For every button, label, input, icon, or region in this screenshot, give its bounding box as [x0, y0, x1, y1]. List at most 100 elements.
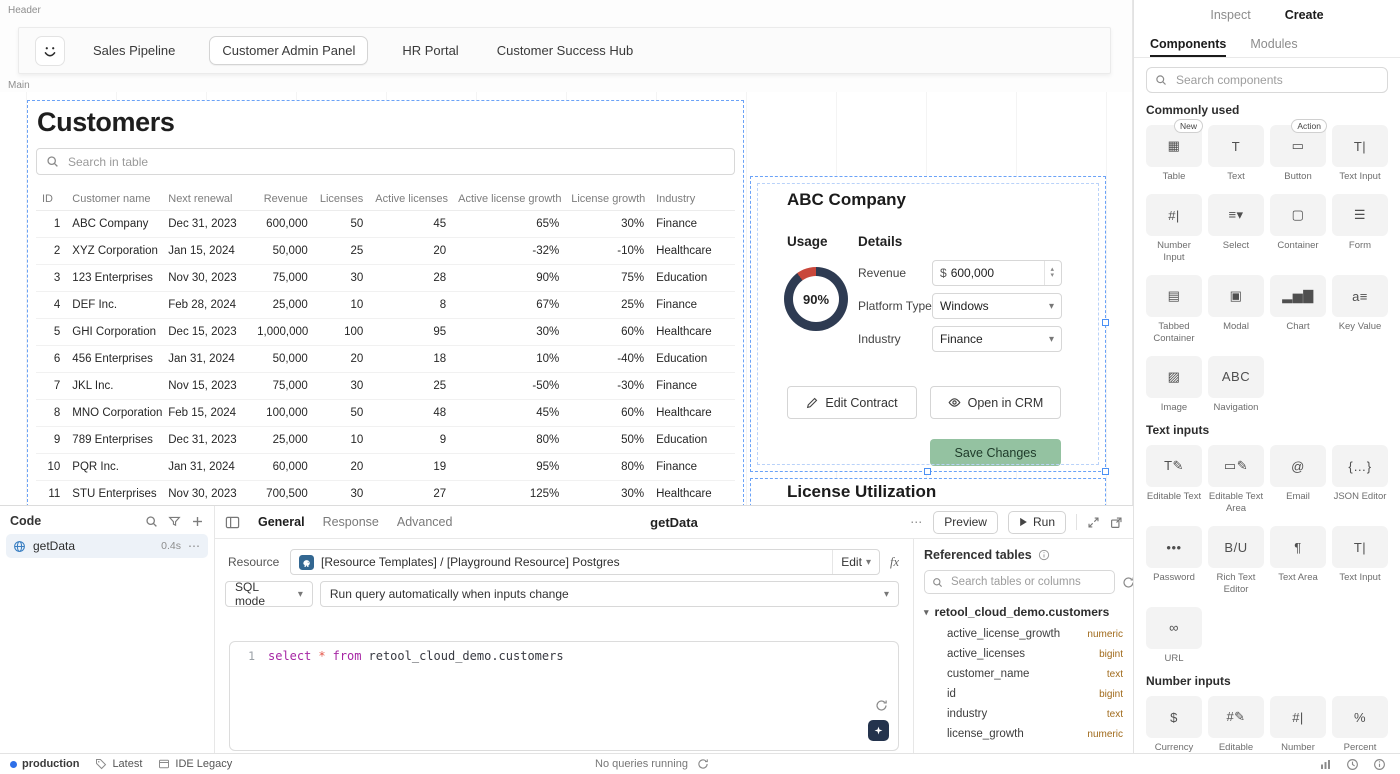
component-card[interactable]: ▭✎ Editable Text Area [1208, 445, 1264, 514]
schema-column-row[interactable]: id bigint [947, 684, 1123, 704]
query-tab[interactable]: General [258, 515, 305, 529]
column-header[interactable]: Industry [650, 188, 735, 211]
table-row[interactable]: 6 456 Enterprises Jan 31, 2024 50,000 20… [36, 346, 735, 373]
schema-search[interactable] [924, 570, 1115, 594]
component-card[interactable]: ▤ Tabbed Container [1146, 275, 1202, 344]
component-card[interactable]: ▢ Container [1270, 194, 1326, 263]
table-row[interactable]: 2 XYZ Corporation Jan 15, 2024 50,000 25… [36, 238, 735, 265]
table-row[interactable]: 5 GHI Corporation Dec 15, 2023 1,000,000… [36, 319, 735, 346]
search-icon[interactable] [145, 515, 158, 528]
component-card[interactable]: T| Text Input [1332, 125, 1388, 182]
version-selector[interactable]: Latest [95, 758, 142, 770]
caret-icon[interactable]: ▾ [924, 607, 929, 618]
help-icon[interactable] [1373, 758, 1386, 771]
schema-column-row[interactable]: active_licenses bigint [947, 644, 1123, 664]
query-list-item-getdata[interactable]: getData 0.4s ⋯ [6, 534, 208, 558]
component-card[interactable]: ¶ Text Area [1270, 526, 1326, 595]
sql-mode-select[interactable]: SQL mode ▾ [225, 581, 313, 607]
component-card[interactable]: ••• Password [1146, 526, 1202, 595]
nav-tab[interactable]: Customer Admin Panel [209, 36, 368, 65]
edit-contract-button[interactable]: Edit Contract [787, 386, 917, 419]
customer-detail-container[interactable]: ABC Company Usage Details 90% Revenue $ … [750, 176, 1106, 472]
component-card[interactable]: {…} JSON Editor [1332, 445, 1388, 514]
component-search-input[interactable] [1174, 72, 1379, 88]
resize-handle-right[interactable] [1102, 319, 1109, 326]
component-card[interactable]: @ Email [1270, 445, 1326, 514]
environment-selector[interactable]: production [10, 758, 79, 770]
schema-column-row[interactable]: active_license_growth numeric [947, 624, 1123, 644]
column-header[interactable]: Revenue [251, 188, 314, 211]
history-icon[interactable] [1346, 758, 1359, 771]
component-card[interactable]: ▨ Image [1146, 356, 1202, 413]
resize-handle-bottom[interactable] [924, 468, 931, 475]
number-stepper[interactable]: ▴▾ [1044, 261, 1054, 285]
expand-panel-icon[interactable] [1087, 516, 1100, 529]
filter-icon[interactable] [168, 515, 181, 528]
component-card[interactable]: T Text [1208, 125, 1264, 182]
query-tab[interactable]: Response [323, 515, 379, 529]
table-row[interactable]: 11 STU Enterprises Nov 30, 2023 700,500 … [36, 481, 735, 506]
save-changes-button[interactable]: Save Changes [930, 439, 1061, 466]
component-card[interactable]: #| Number Input [1270, 696, 1326, 753]
table-row[interactable]: 9 789 Enterprises Dec 31, 2023 25,000 10… [36, 427, 735, 454]
revenue-input[interactable]: $ 600,000 ▴▾ [932, 260, 1062, 286]
sql-code-editor[interactable]: 1 select*fromretool_cloud_demo.customers [229, 641, 899, 751]
query-tab[interactable]: Advanced [397, 515, 453, 529]
resource-select[interactable]: [Resource Templates] / [Playground Resou… [290, 549, 880, 575]
component-card[interactable]: T| Text Input [1332, 526, 1388, 595]
platform-select[interactable]: Windows ▾ [932, 293, 1062, 319]
nav-tab[interactable]: HR Portal [398, 37, 462, 64]
refresh-schema-icon[interactable] [875, 699, 888, 712]
column-header[interactable]: Next renewal [162, 188, 251, 211]
schema-table-node[interactable]: ▾ retool_cloud_demo.customers [924, 605, 1123, 619]
component-card[interactable]: ▣ Modal [1208, 275, 1264, 344]
panel-tab[interactable]: Modules [1250, 30, 1297, 57]
mode-tab[interactable]: Create [1285, 8, 1324, 22]
nav-tab[interactable]: Customer Success Hub [493, 37, 638, 64]
nav-tab[interactable]: Sales Pipeline [89, 37, 179, 64]
preview-button[interactable]: Preview [933, 511, 998, 534]
run-button[interactable]: Run [1008, 511, 1066, 534]
column-header[interactable]: Active licenses [369, 188, 452, 211]
component-card[interactable]: ABC Navigation [1208, 356, 1264, 413]
run-behavior-select[interactable]: Run query automatically when inputs chan… [320, 581, 899, 607]
revenue-value[interactable]: 600,000 [951, 266, 994, 280]
query-menu-icon[interactable]: ⋯ [188, 539, 201, 553]
column-header[interactable]: Licenses [314, 188, 370, 211]
license-utilization-container[interactable]: License Utilization [750, 478, 1106, 505]
component-card[interactable]: a≡ Key Value [1332, 275, 1388, 344]
refresh-tables-icon[interactable] [1122, 576, 1133, 589]
table-search[interactable] [36, 148, 735, 175]
query-more-icon[interactable]: ⋯ [910, 515, 923, 529]
table-search-input[interactable] [66, 154, 725, 170]
open-in-crm-button[interactable]: Open in CRM [930, 386, 1061, 419]
performance-icon[interactable] [1319, 758, 1332, 771]
fx-toggle-icon[interactable]: fx [890, 555, 899, 570]
component-card[interactable]: #✎ Editable Number [1208, 696, 1264, 753]
panel-tab[interactable]: Components [1150, 30, 1226, 57]
industry-select[interactable]: Finance ▾ [932, 326, 1062, 352]
table-row[interactable]: 4 DEF Inc. Feb 28, 2024 25,000 10 8 67% … [36, 292, 735, 319]
app-header-frame[interactable]: Sales Pipeline Customer Admin Panel HR Por… [18, 27, 1111, 74]
component-card[interactable]: % Percent [1332, 696, 1388, 753]
column-header[interactable]: Customer name [66, 188, 162, 211]
popout-icon[interactable] [1110, 516, 1123, 529]
ai-assist-button[interactable] [868, 720, 889, 741]
collapse-panel-icon[interactable] [225, 515, 240, 530]
schema-column-row[interactable]: industry text [947, 704, 1123, 724]
schema-column-row[interactable]: customer_name text [947, 664, 1123, 684]
schema-search-input[interactable] [949, 575, 1107, 589]
component-search[interactable] [1146, 67, 1388, 93]
table-row[interactable]: 3 123 Enterprises Nov 30, 2023 75,000 30… [36, 265, 735, 292]
resource-edit-button[interactable]: Edit ▾ [832, 550, 871, 574]
column-header[interactable]: Active license growth [452, 188, 565, 211]
ide-legacy-toggle[interactable]: IDE Legacy [158, 758, 232, 770]
add-query-icon[interactable] [191, 515, 204, 528]
table-row[interactable]: 8 MNO Corporation Feb 15, 2024 100,000 5… [36, 400, 735, 427]
component-card[interactable]: ▂▅▇ Chart [1270, 275, 1326, 344]
customers-table-widget[interactable]: Customers ID Customer name Next renewal [27, 100, 744, 505]
component-card[interactable]: New ▦ Table [1146, 125, 1202, 182]
component-card[interactable]: ☰ Form [1332, 194, 1388, 263]
component-card[interactable]: B/U Rich Text Editor [1208, 526, 1264, 595]
component-card[interactable]: #| Number Input [1146, 194, 1202, 263]
